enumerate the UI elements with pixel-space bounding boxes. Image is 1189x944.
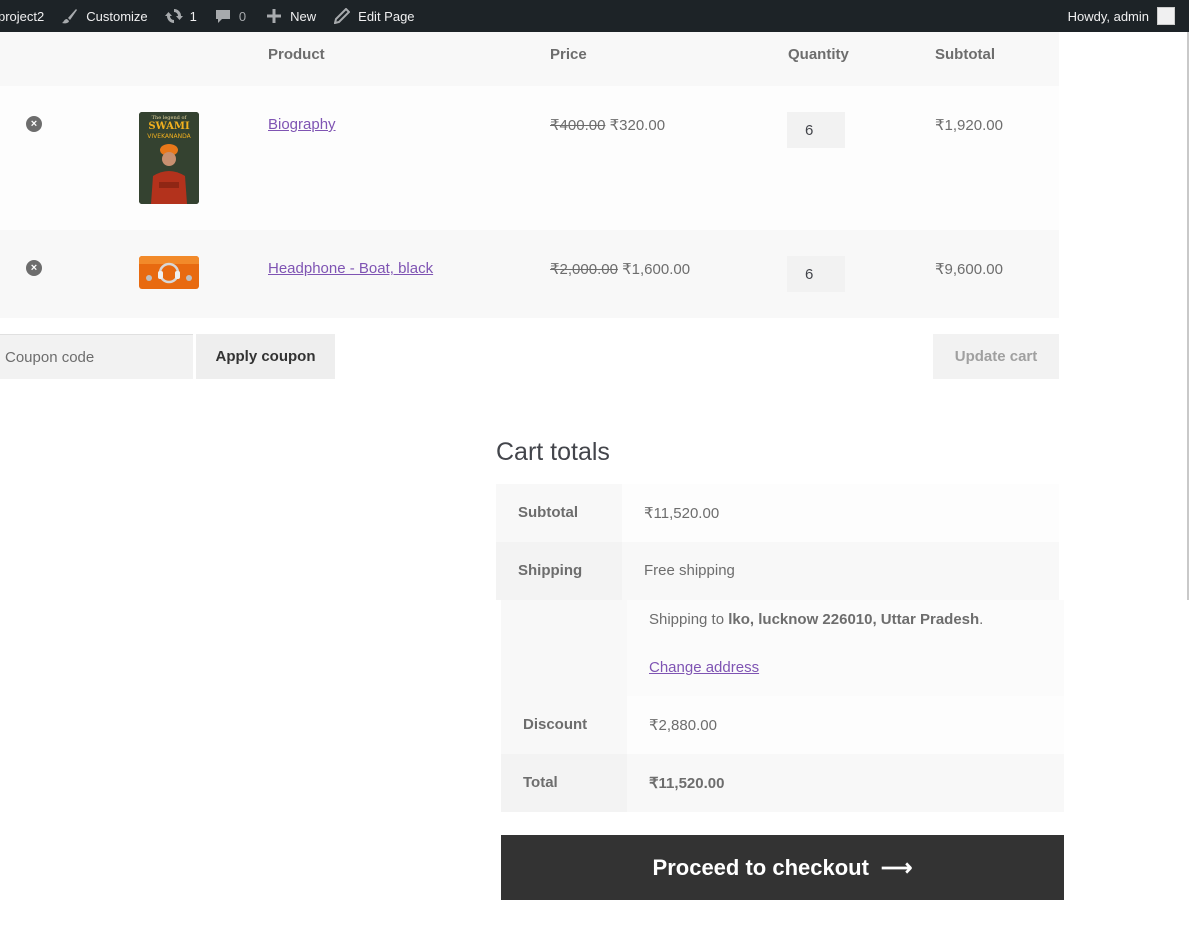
header-product: Product [268, 46, 325, 63]
arrow-right-icon: ⟶ [880, 854, 913, 880]
product-link-headphone[interactable]: Headphone - Boat, black [268, 260, 433, 277]
totals-discount-row: Discount ₹2,880.00 [501, 696, 1064, 754]
edit-page-label: Edit Page [358, 8, 415, 24]
total-label: Total [523, 774, 558, 791]
totals-subtotal-row: Subtotal ₹11,520.00 [496, 484, 1059, 542]
totals-shipping-row: Shipping Free shipping [496, 542, 1059, 600]
regular-price: ₹2,000.00 [550, 261, 618, 278]
remove-item-icon[interactable]: × [26, 260, 42, 276]
sale-price: ₹320.00 [609, 117, 666, 134]
header-price: Price [550, 46, 587, 63]
howdy-label: Howdy, admin [1067, 8, 1149, 24]
updates-link[interactable]: 1 [164, 0, 197, 32]
updates-count: 1 [189, 8, 197, 24]
shipping-method: Free shipping [644, 562, 735, 579]
thumb-title-text: SWAMI [148, 121, 190, 132]
discount-label: Discount [523, 716, 588, 733]
product-link-biography[interactable]: Biography [268, 116, 336, 133]
cart-totals-title: Cart totals [496, 438, 610, 466]
comments-link[interactable]: 0 [213, 0, 246, 32]
item-subtotal: ₹9,600.00 [935, 261, 1003, 278]
avatar [1157, 7, 1175, 25]
cart-item-row: × The legend of SWAMI VIVEKANANDA Biogra… [0, 86, 1059, 230]
headphone-thumbnail[interactable] [139, 256, 199, 289]
change-address-link[interactable]: Change address [649, 659, 759, 676]
edit-page-link[interactable]: Edit Page [332, 0, 415, 32]
admin-bar: project2 Customize 1 0 New Edit Page How… [0, 0, 1189, 32]
thumb-subtitle-text: VIVEKANANDA [147, 133, 191, 140]
regular-price: ₹400.00 [550, 117, 606, 134]
quantity-input[interactable] [787, 256, 845, 292]
discount-value: ₹2,880.00 [649, 717, 717, 734]
coupon-code-input[interactable] [0, 334, 193, 379]
new-label: New [290, 8, 317, 24]
cart-table-header: Product Price Quantity Subtotal [0, 32, 1059, 86]
customize-label: Customize [86, 8, 148, 24]
item-price: ₹400.00 ₹320.00 [550, 116, 665, 134]
shipping-address: lko, lucknow 226010, Uttar Pradesh [728, 611, 980, 628]
quantity-input[interactable] [787, 112, 845, 148]
comment-icon [213, 6, 233, 26]
comments-count: 0 [238, 8, 247, 24]
paintbrush-icon [60, 6, 80, 26]
checkout-label: Proceed to checkout [652, 854, 869, 880]
total-value: ₹11,520.00 [649, 775, 725, 792]
sale-price: ₹1,600.00 [622, 261, 691, 278]
totals-total-row: Total ₹11,520.00 [501, 754, 1064, 812]
shipping-destination-row: Shipping to lko, lucknow 226010, Uttar P… [501, 600, 1064, 696]
remove-item-icon[interactable]: × [26, 116, 42, 132]
item-subtotal: ₹1,920.00 [935, 117, 1003, 134]
item-price: ₹2,000.00 ₹1,600.00 [550, 260, 690, 278]
new-content-link[interactable]: New [264, 0, 316, 32]
site-name-link[interactable]: project2 [0, 0, 44, 32]
plus-icon [264, 6, 284, 26]
update-cart-button[interactable]: Update cart [933, 334, 1059, 379]
subtotal-value: ₹11,520.00 [644, 505, 720, 522]
shipping-label: Shipping [518, 562, 583, 579]
customize-link[interactable]: Customize [60, 0, 148, 32]
cart-item-row: × Headphone - Boat, black ₹2,000.00 ₹1,6… [0, 230, 1059, 318]
biography-thumbnail[interactable]: The legend of SWAMI VIVEKANANDA [139, 112, 199, 204]
updates-icon [164, 6, 184, 26]
my-account-link[interactable]: Howdy, admin [1068, 0, 1175, 32]
header-quantity: Quantity [788, 46, 849, 63]
apply-coupon-button[interactable]: Apply coupon [196, 334, 335, 379]
header-subtotal: Subtotal [935, 46, 995, 63]
site-name: project2 [0, 8, 45, 24]
subtotal-label: Subtotal [518, 504, 578, 521]
pencil-icon [332, 6, 352, 26]
shipping-destination: Shipping to lko, lucknow 226010, Uttar P… [649, 611, 984, 628]
proceed-to-checkout-button[interactable]: Proceed to checkout ⟶ [501, 835, 1064, 900]
